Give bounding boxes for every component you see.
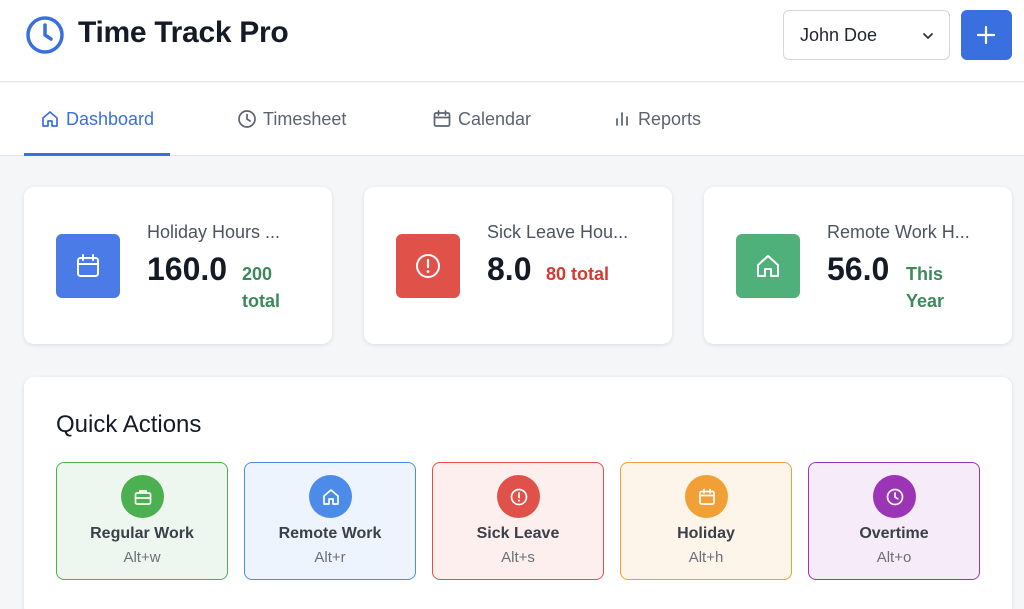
stat-card-remote-work: Remote Work H... 56.0 This Year	[704, 187, 1012, 344]
quick-action-icon-circle	[685, 475, 728, 518]
chevron-down-icon	[923, 33, 933, 39]
home-icon	[322, 488, 339, 505]
quick-action-overtime[interactable]: Overtime Alt+o	[808, 462, 980, 580]
alert-circle-icon	[416, 254, 440, 278]
quick-action-icon-circle	[309, 475, 352, 518]
add-entry-button[interactable]	[961, 10, 1012, 60]
tab-reports[interactable]: Reports	[612, 83, 701, 155]
tab-calendar[interactable]: Calendar	[432, 83, 531, 155]
stat-value: 160.0	[147, 251, 228, 287]
tab-label: Dashboard	[66, 108, 155, 129]
quick-action-icon-circle	[121, 475, 164, 518]
quick-action-shortcut: Alt+o	[876, 549, 912, 566]
quick-actions-title: Quick Actions	[56, 411, 202, 438]
quick-action-sick-leave[interactable]: Sick Leave Alt+s	[432, 462, 604, 580]
quick-action-label: Regular Work	[90, 525, 194, 542]
quick-action-shortcut: Alt+w	[123, 549, 161, 566]
calendar-icon	[433, 110, 451, 127]
plus-icon	[976, 25, 996, 45]
bar-chart-icon	[616, 112, 628, 126]
home-icon	[42, 111, 58, 127]
quick-action-holiday[interactable]: Holiday Alt+h	[620, 462, 792, 580]
stat-label: Holiday Hours ...	[147, 222, 281, 242]
tab-label: Calendar	[458, 108, 532, 129]
quick-action-label: Sick Leave	[476, 525, 560, 542]
alert-circle-icon	[510, 488, 527, 505]
quick-actions-panel: Quick Actions Regular Work Alt+w Remote …	[24, 377, 1012, 609]
clock-icon	[26, 16, 64, 54]
stat-subtext: This Year	[906, 264, 945, 311]
stat-card-sick-leave: Sick Leave Hou... 8.0 80 total	[364, 187, 672, 344]
stat-label: Sick Leave Hou...	[487, 222, 629, 242]
tab-timesheet[interactable]: Timesheet	[237, 83, 346, 155]
quick-action-label: Holiday	[677, 525, 735, 542]
quick-action-regular-work[interactable]: Regular Work Alt+w	[56, 462, 228, 580]
quick-action-shortcut: Alt+s	[501, 549, 535, 566]
main-nav: Dashboard Timesheet Calendar Reports	[0, 83, 1024, 156]
stat-icon-box	[736, 234, 800, 298]
stat-value: 8.0	[487, 251, 532, 287]
quick-action-label: Overtime	[859, 525, 929, 542]
stat-card-holiday: Holiday Hours ... 160.0 200 total	[24, 187, 332, 344]
tab-dashboard[interactable]: Dashboard	[23, 83, 171, 156]
quick-action-remote-work[interactable]: Remote Work Alt+r	[244, 462, 416, 580]
user-select-value: John Doe	[800, 25, 878, 45]
app-header: Time Track Pro John Doe	[0, 0, 1024, 82]
quick-action-shortcut: Alt+r	[314, 549, 346, 566]
briefcase-icon	[134, 489, 151, 505]
user-select[interactable]: John Doe	[783, 10, 950, 60]
stat-subtext: 80 total	[546, 264, 610, 284]
stat-subtext: 200 total	[242, 264, 280, 311]
calendar-icon	[698, 488, 715, 505]
calendar-icon	[77, 254, 99, 277]
tab-label: Reports	[638, 108, 702, 129]
home-icon	[757, 255, 779, 277]
quick-action-icon-circle	[873, 475, 916, 518]
quick-action-shortcut: Alt+h	[688, 549, 724, 566]
quick-action-label: Remote Work	[278, 525, 382, 542]
tab-label: Timesheet	[263, 108, 347, 129]
clock-icon	[238, 110, 256, 128]
stat-icon-box	[396, 234, 460, 298]
stat-icon-box	[56, 234, 120, 298]
app-title: Time Track Pro	[78, 16, 289, 49]
stat-label: Remote Work H...	[827, 222, 970, 242]
stat-value: 56.0	[827, 251, 890, 287]
quick-action-icon-circle	[497, 475, 540, 518]
clock-icon	[886, 488, 903, 505]
